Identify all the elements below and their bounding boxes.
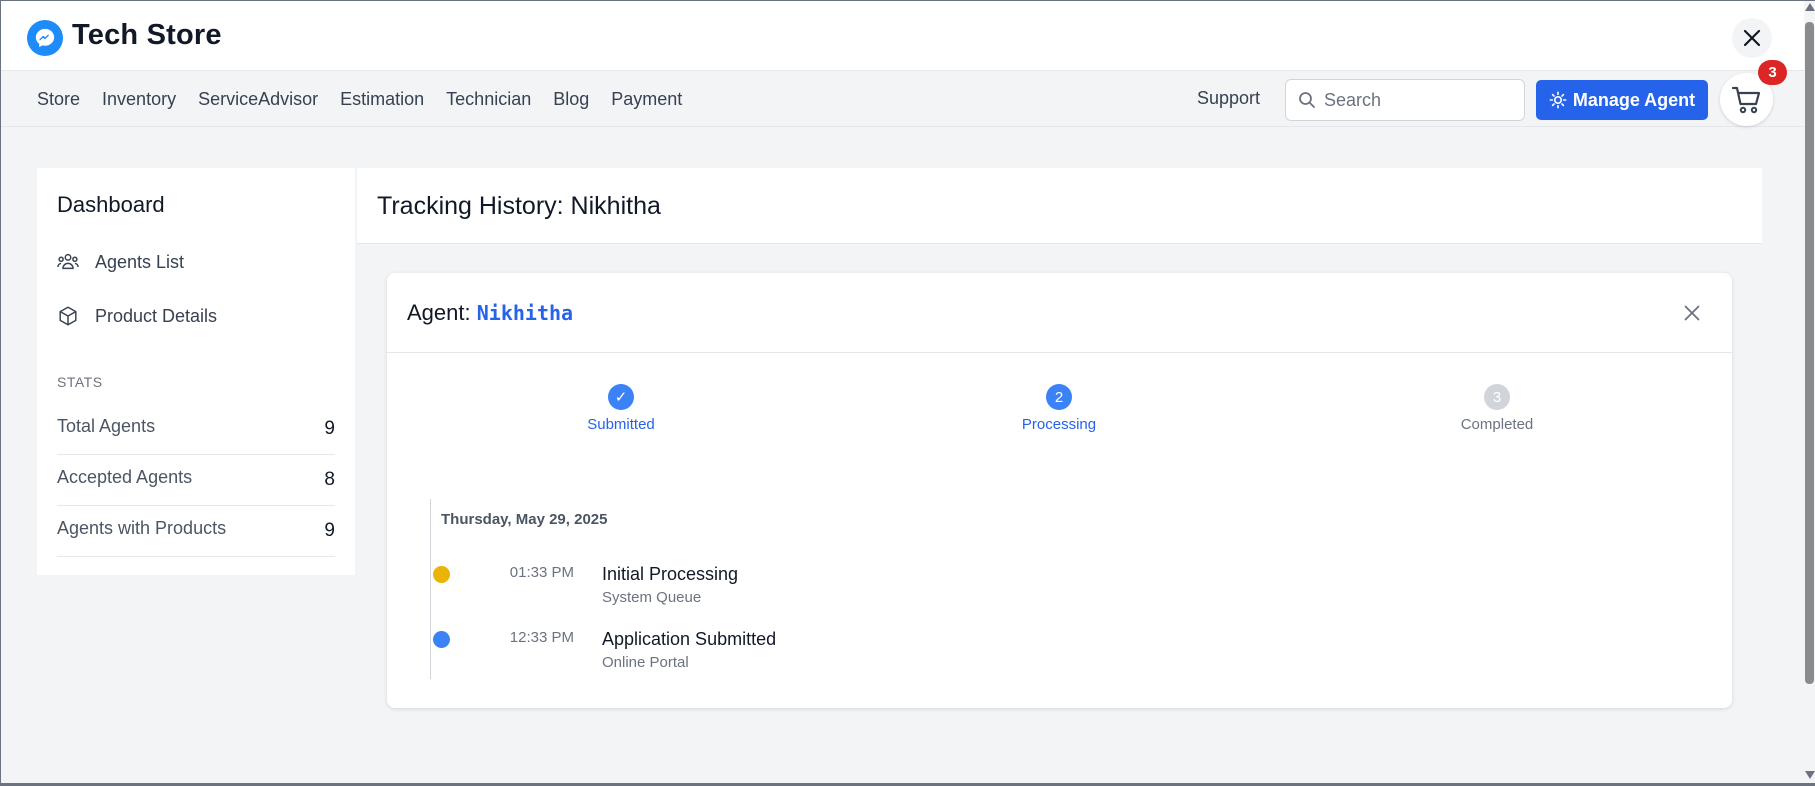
stat-total-agents: Total Agents 9 bbox=[57, 404, 335, 455]
manage-agent-label: Manage Agent bbox=[1572, 89, 1696, 110]
event-source: Online Portal bbox=[602, 654, 689, 671]
nav-bar: Store Inventory ServiceAdvisor Estimatio… bbox=[1, 72, 1804, 127]
step-completed: 3 Completed bbox=[1427, 384, 1567, 433]
timeline-line bbox=[430, 499, 431, 679]
event-title: Initial Processing bbox=[602, 564, 739, 584]
sidebar-item-agents-list[interactable]: Agents List bbox=[57, 248, 184, 276]
step-processing: 2 Processing bbox=[989, 384, 1129, 433]
timeline-dot bbox=[433, 631, 450, 648]
event-time: 12:33 PM bbox=[509, 629, 574, 646]
nav-technician[interactable]: Technician bbox=[446, 89, 531, 110]
tracking-card: Agent: Nikhitha ✓ Submitted 2 Processing… bbox=[387, 273, 1732, 708]
stat-label: Agents with Products bbox=[57, 518, 227, 538]
stat-label: Total Agents bbox=[57, 416, 156, 436]
stats-heading: STATS bbox=[57, 374, 103, 390]
sidebar: Dashboard Agents List Product Details ST… bbox=[37, 168, 355, 575]
messenger-logo-icon bbox=[27, 20, 63, 56]
cube-icon bbox=[59, 306, 77, 326]
page-title: Tracking History: Nikhitha bbox=[377, 192, 661, 220]
timeline-date: Thursday, May 29, 2025 bbox=[441, 511, 608, 528]
sidebar-item-label: Agents List bbox=[95, 251, 185, 272]
close-icon bbox=[1684, 305, 1700, 321]
nav-serviceadvisor[interactable]: ServiceAdvisor bbox=[198, 89, 318, 110]
search-box[interactable] bbox=[1285, 79, 1525, 121]
users-icon bbox=[57, 253, 79, 270]
agent-prefix: Agent: bbox=[407, 300, 471, 325]
top-bar: Tech Store bbox=[1, 1, 1804, 71]
step-label: Completed bbox=[1460, 416, 1534, 433]
nav-estimation[interactable]: Estimation bbox=[340, 89, 424, 110]
stat-agents-with-products: Agents with Products 9 bbox=[57, 506, 335, 557]
search-input[interactable] bbox=[1324, 88, 1514, 112]
card-close-button[interactable] bbox=[1680, 301, 1704, 325]
sidebar-item-product-details[interactable]: Product Details bbox=[57, 302, 217, 330]
nav-support[interactable]: Support bbox=[1197, 88, 1260, 109]
sidebar-title: Dashboard bbox=[57, 192, 165, 217]
cart-icon bbox=[1731, 86, 1760, 113]
event-time: 01:33 PM bbox=[509, 564, 574, 581]
stat-value: 9 bbox=[324, 418, 335, 439]
close-icon bbox=[1743, 29, 1761, 47]
event-source: System Queue bbox=[602, 589, 702, 606]
brand-title: Tech Store bbox=[72, 19, 222, 51]
step-marker: 2 bbox=[1046, 384, 1072, 410]
scrollbar-thumb[interactable] bbox=[1805, 22, 1814, 684]
step-marker: 3 bbox=[1484, 384, 1510, 410]
cart-count-badge: 3 bbox=[1758, 60, 1787, 85]
stat-value: 9 bbox=[324, 520, 335, 541]
stat-accepted-agents: Accepted Agents 8 bbox=[57, 455, 335, 506]
scroll-up-arrow-icon[interactable] bbox=[1805, 3, 1815, 11]
event-title: Application Submitted bbox=[602, 629, 777, 649]
step-label: Processing bbox=[1021, 416, 1097, 433]
stat-value: 8 bbox=[324, 469, 335, 490]
nav-blog[interactable]: Blog bbox=[553, 89, 589, 110]
card-header: Agent: Nikhitha bbox=[387, 273, 1732, 353]
nav-links: Store Inventory ServiceAdvisor Estimatio… bbox=[37, 72, 682, 127]
agent-name: Nikhitha bbox=[476, 301, 574, 325]
step-label: Submitted bbox=[587, 416, 655, 433]
main-header: Tracking History: Nikhitha bbox=[357, 168, 1762, 244]
step-marker: ✓ bbox=[608, 384, 634, 410]
manage-agent-button[interactable]: Manage Agent bbox=[1536, 80, 1708, 120]
step-submitted: ✓ Submitted bbox=[551, 384, 691, 433]
timeline-dot bbox=[433, 566, 450, 583]
nav-inventory[interactable]: Inventory bbox=[102, 89, 176, 110]
close-window-button[interactable] bbox=[1732, 18, 1772, 58]
stat-label: Accepted Agents bbox=[57, 467, 193, 487]
sidebar-item-label: Product Details bbox=[95, 305, 218, 326]
search-icon bbox=[1299, 92, 1315, 108]
scroll-down-arrow-icon[interactable] bbox=[1805, 771, 1815, 779]
nav-payment[interactable]: Payment bbox=[611, 89, 682, 110]
agent-heading: Agent: Nikhitha bbox=[407, 300, 573, 326]
sun-icon bbox=[1549, 91, 1567, 109]
nav-store[interactable]: Store bbox=[37, 89, 80, 110]
